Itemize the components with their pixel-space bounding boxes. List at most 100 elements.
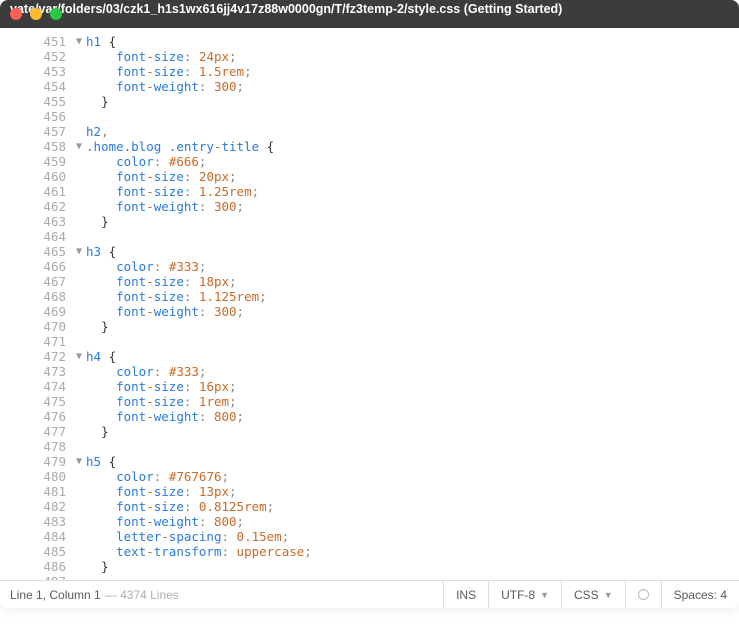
token-plain — [191, 169, 199, 184]
token-plain — [191, 49, 199, 64]
token-num: 300 — [214, 304, 237, 319]
code-line[interactable]: font-weight: 300; — [86, 79, 739, 94]
code-line[interactable]: font-weight: 800; — [86, 409, 739, 424]
token-op: - — [146, 379, 154, 394]
token-prop: weight — [154, 304, 199, 319]
code-line[interactable]: h4 { — [86, 349, 739, 364]
code-line[interactable] — [86, 574, 739, 580]
code-line[interactable]: font-size: 0.8125rem; — [86, 499, 739, 514]
indent-select[interactable]: Spaces: 4 — [661, 581, 739, 608]
code-line[interactable] — [86, 439, 739, 454]
maximize-icon[interactable] — [50, 8, 62, 20]
token-prop: size — [154, 289, 184, 304]
code-line[interactable]: font-weight: 800; — [86, 514, 739, 529]
token-brace: } — [101, 559, 109, 574]
token-punct: ; — [267, 499, 275, 514]
code-line[interactable]: } — [86, 319, 739, 334]
line-number: 477 — [0, 424, 86, 439]
token-plain — [86, 94, 101, 109]
code-line[interactable]: text-transform: uppercase; — [86, 544, 739, 559]
token-punct: ; — [237, 79, 245, 94]
token-plain — [86, 409, 116, 424]
token-plain — [206, 79, 214, 94]
code-line[interactable] — [86, 229, 739, 244]
code-line[interactable]: h3 { — [86, 244, 739, 259]
titlebar[interactable]: vate/var/folders/03/czk1_h1s1wx616jj4v17… — [0, 0, 739, 28]
code-line[interactable]: h2, — [86, 124, 739, 139]
token-brace: } — [101, 94, 109, 109]
code-line[interactable]: font-size: 18px; — [86, 274, 739, 289]
code-line[interactable]: font-weight: 300; — [86, 199, 739, 214]
encoding-select[interactable]: UTF-8 ▼ — [488, 581, 561, 608]
token-plain — [161, 364, 169, 379]
code-content[interactable]: h1 { font-size: 24px; font-size: 1.5rem;… — [86, 34, 739, 580]
token-brace: { — [109, 34, 117, 49]
token-plain — [86, 499, 116, 514]
token-plain — [86, 49, 116, 64]
code-line[interactable]: .home.blog .entry-title { — [86, 139, 739, 154]
token-punct: ; — [259, 289, 267, 304]
line-number: 456 — [0, 109, 86, 124]
code-line[interactable]: color: #333; — [86, 364, 739, 379]
line-number: 460 — [0, 169, 86, 184]
code-line[interactable]: color: #333; — [86, 259, 739, 274]
token-plain — [191, 64, 199, 79]
code-line[interactable] — [86, 109, 739, 124]
code-line[interactable]: font-size: 16px; — [86, 379, 739, 394]
token-plain — [86, 559, 101, 574]
code-line[interactable]: } — [86, 559, 739, 574]
code-line[interactable]: letter-spacing: 0.15em; — [86, 529, 739, 544]
token-num: 18px — [199, 274, 229, 289]
line-number: 452 — [0, 49, 86, 64]
code-line[interactable]: font-size: 20px; — [86, 169, 739, 184]
token-op: - — [146, 484, 154, 499]
fold-chevron-icon[interactable]: ▼ — [76, 34, 82, 49]
fold-chevron-icon[interactable]: ▼ — [76, 349, 82, 364]
token-op: - — [146, 184, 154, 199]
line-number: 463 — [0, 214, 86, 229]
code-line[interactable]: color: #666; — [86, 154, 739, 169]
code-line[interactable]: } — [86, 214, 739, 229]
token-op: - — [146, 199, 154, 214]
line-number: 478 — [0, 439, 86, 454]
code-line[interactable]: font-size: 1rem; — [86, 394, 739, 409]
syntax-select[interactable]: CSS ▼ — [561, 581, 625, 608]
token-class: .entry — [169, 139, 214, 154]
token-punct: ; — [237, 409, 245, 424]
token-plain — [259, 139, 267, 154]
token-prop: size — [154, 274, 184, 289]
fold-chevron-icon[interactable]: ▼ — [76, 244, 82, 259]
token-plain — [161, 154, 169, 169]
code-line[interactable]: h1 { — [86, 34, 739, 49]
token-punct: ; — [229, 379, 237, 394]
token-prop: size — [154, 379, 184, 394]
fold-chevron-icon[interactable]: ▼ — [76, 139, 82, 154]
code-line[interactable]: } — [86, 424, 739, 439]
line-number: 472▼ — [0, 349, 86, 364]
token-num: 1.125rem — [199, 289, 259, 304]
token-prop: size — [154, 484, 184, 499]
token-plain — [191, 274, 199, 289]
code-line[interactable]: } — [86, 94, 739, 109]
code-line[interactable]: font-size: 1.25rem; — [86, 184, 739, 199]
token-plain — [86, 154, 116, 169]
code-line[interactable]: font-size: 1.5rem; — [86, 64, 739, 79]
minimize-icon[interactable] — [30, 8, 42, 20]
fold-chevron-icon[interactable]: ▼ — [76, 454, 82, 469]
code-line[interactable]: font-size: 24px; — [86, 49, 739, 64]
code-line[interactable]: font-size: 13px; — [86, 484, 739, 499]
editor-window: vate/var/folders/03/czk1_h1s1wx616jj4v17… — [0, 0, 739, 608]
token-plain — [86, 274, 116, 289]
status-indicator[interactable] — [625, 581, 661, 608]
code-line[interactable]: color: #767676; — [86, 469, 739, 484]
code-line[interactable]: font-weight: 300; — [86, 304, 739, 319]
token-plain — [86, 529, 116, 544]
status-cursor[interactable]: Line 1, Column 1 — 4374 Lines — [0, 581, 443, 608]
token-punct: : — [221, 544, 229, 559]
close-icon[interactable] — [10, 8, 22, 20]
code-line[interactable] — [86, 334, 739, 349]
insert-mode-toggle[interactable]: INS — [443, 581, 488, 608]
code-area[interactable]: 451▼452453454455456457458▼45946046146246… — [0, 28, 739, 580]
code-line[interactable]: h5 { — [86, 454, 739, 469]
code-line[interactable]: font-size: 1.125rem; — [86, 289, 739, 304]
